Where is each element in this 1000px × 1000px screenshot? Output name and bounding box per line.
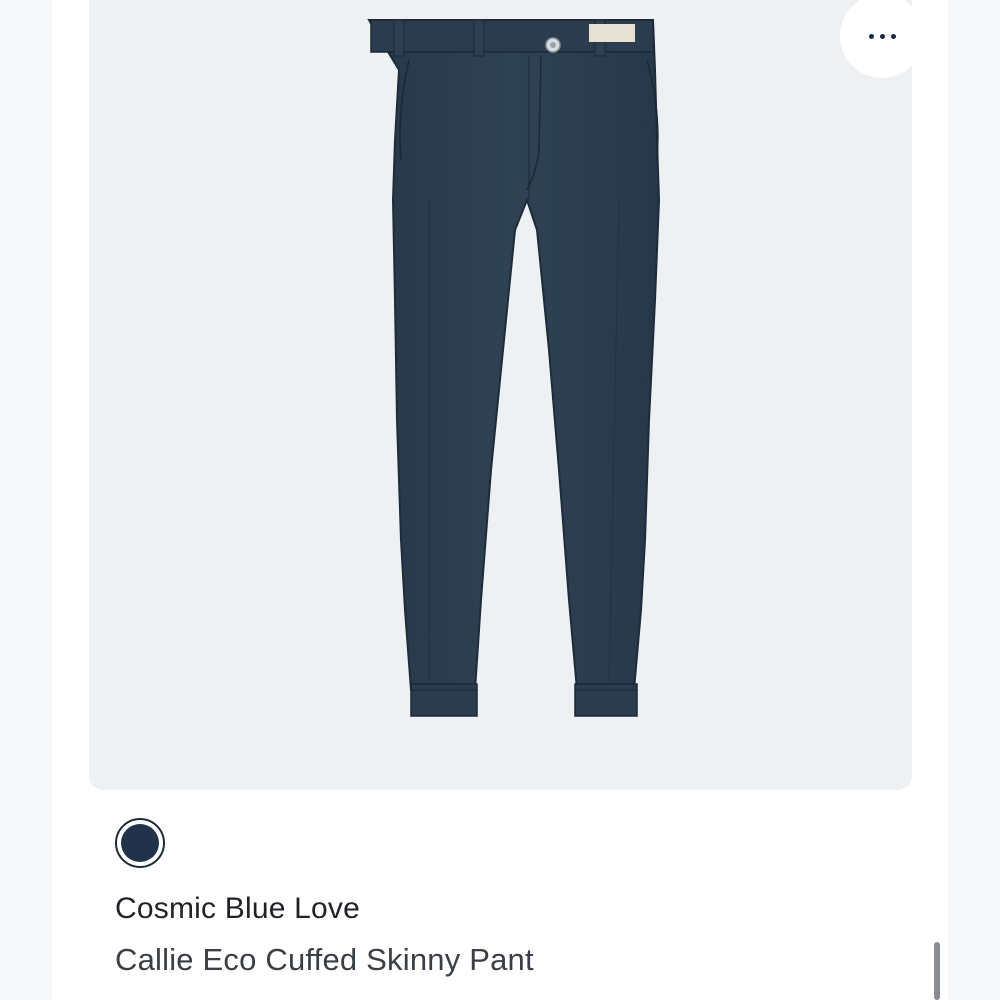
- scrollbar[interactable]: [934, 942, 940, 1000]
- color-swatch-fill: [121, 824, 159, 862]
- color-swatch[interactable]: [115, 818, 165, 868]
- pants-illustration: [367, 19, 661, 717]
- more-horizontal-icon: [868, 33, 896, 39]
- color-name: Cosmic Blue Love: [115, 892, 360, 925]
- product-name: Callie Eco Cuffed Skinny Pant: [115, 942, 534, 977]
- product-image[interactable]: [89, 0, 912, 790]
- left-gutter: [0, 0, 52, 1000]
- product-card: Cosmic Blue Love Callie Eco Cuffed Skinn…: [52, 0, 948, 1000]
- product-page: Cosmic Blue Love Callie Eco Cuffed Skinn…: [0, 0, 1000, 1000]
- right-gutter: [948, 0, 1000, 1000]
